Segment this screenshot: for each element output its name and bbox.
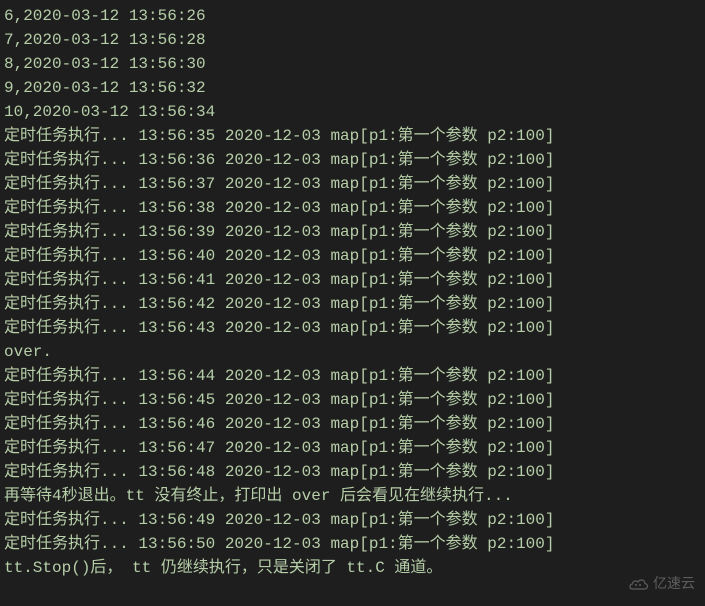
terminal-line: over. [4,340,701,364]
terminal-line: 定时任务执行... 13:56:35 2020-12-03 map[p1:第一个… [4,124,701,148]
terminal-line: 定时任务执行... 13:56:50 2020-12-03 map[p1:第一个… [4,532,701,556]
terminal-line: 定时任务执行... 13:56:41 2020-12-03 map[p1:第一个… [4,268,701,292]
terminal-line: 定时任务执行... 13:56:42 2020-12-03 map[p1:第一个… [4,292,701,316]
terminal-line: 定时任务执行... 13:56:40 2020-12-03 map[p1:第一个… [4,244,701,268]
terminal-output: 6,2020-03-12 13:56:267,2020-03-12 13:56:… [4,4,701,580]
terminal-line: 9,2020-03-12 13:56:32 [4,76,701,100]
terminal-line: 定时任务执行... 13:56:47 2020-12-03 map[p1:第一个… [4,436,701,460]
cloud-icon [629,577,649,591]
terminal-line: 定时任务执行... 13:56:39 2020-12-03 map[p1:第一个… [4,220,701,244]
terminal-line: 定时任务执行... 13:56:44 2020-12-03 map[p1:第一个… [4,364,701,388]
terminal-line: 10,2020-03-12 13:56:34 [4,100,701,124]
terminal-line: 定时任务执行... 13:56:46 2020-12-03 map[p1:第一个… [4,412,701,436]
terminal-line: 6,2020-03-12 13:56:26 [4,4,701,28]
terminal-line: 8,2020-03-12 13:56:30 [4,52,701,76]
watermark: 亿速云 [629,573,695,594]
terminal-line: 定时任务执行... 13:56:49 2020-12-03 map[p1:第一个… [4,508,701,532]
terminal-line: tt.Stop()后， tt 仍继续执行，只是关闭了 tt.C 通道。 [4,556,701,580]
terminal-line: 定时任务执行... 13:56:38 2020-12-03 map[p1:第一个… [4,196,701,220]
terminal-line: 定时任务执行... 13:56:43 2020-12-03 map[p1:第一个… [4,316,701,340]
terminal-line: 定时任务执行... 13:56:48 2020-12-03 map[p1:第一个… [4,460,701,484]
watermark-text: 亿速云 [653,573,695,594]
terminal-line: 定时任务执行... 13:56:36 2020-12-03 map[p1:第一个… [4,148,701,172]
terminal-line: 定时任务执行... 13:56:45 2020-12-03 map[p1:第一个… [4,388,701,412]
terminal-line: 7,2020-03-12 13:56:28 [4,28,701,52]
terminal-line: 再等待4秒退出。tt 没有终止，打印出 over 后会看见在继续执行... [4,484,701,508]
terminal-line: 定时任务执行... 13:56:37 2020-12-03 map[p1:第一个… [4,172,701,196]
